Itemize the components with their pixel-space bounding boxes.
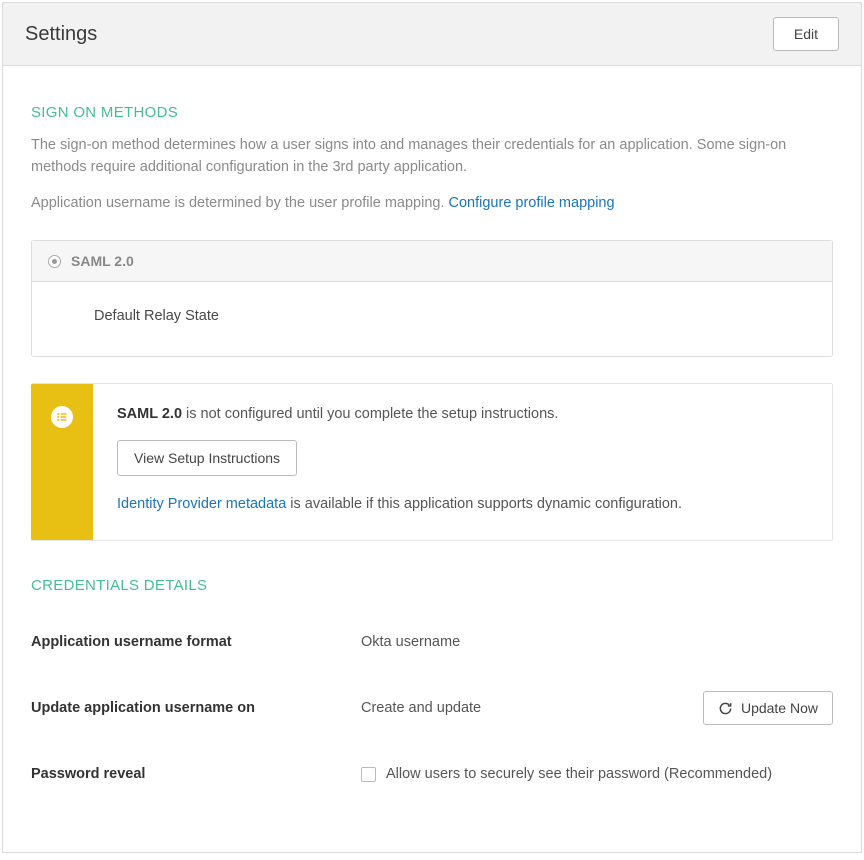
page-title: Settings bbox=[25, 23, 97, 46]
notice-accent-bar bbox=[31, 384, 93, 540]
update-now-label: Update Now bbox=[741, 700, 818, 716]
section-title-sign-on: SIGN ON METHODS bbox=[31, 104, 833, 121]
notice-body: SAML 2.0 is not configured until you com… bbox=[93, 384, 832, 540]
credentials-section: CREDENTIALS DETAILS Application username… bbox=[31, 577, 833, 792]
setup-notice: SAML 2.0 is not configured until you com… bbox=[31, 383, 833, 541]
section-title-credentials: CREDENTIALS DETAILS bbox=[31, 577, 833, 594]
value-update-on: Create and update bbox=[361, 700, 481, 716]
notice-metadata-line: Identity Provider metadata is available … bbox=[117, 496, 808, 512]
panel-header: Settings Edit bbox=[3, 3, 861, 66]
configure-profile-mapping-link[interactable]: Configure profile mapping bbox=[449, 195, 615, 211]
view-setup-instructions-button[interactable]: View Setup Instructions bbox=[117, 440, 297, 476]
method-card-header[interactable]: SAML 2.0 bbox=[32, 241, 832, 282]
notice-metadata-suffix: is available if this application support… bbox=[286, 496, 682, 512]
label-password-reveal: Password reveal bbox=[31, 766, 361, 782]
sign-on-method-card: SAML 2.0 Default Relay State bbox=[31, 240, 833, 357]
method-label: SAML 2.0 bbox=[71, 253, 134, 269]
update-now-button[interactable]: Update Now bbox=[703, 691, 833, 725]
panel-content: SIGN ON METHODS The sign-on method deter… bbox=[3, 66, 861, 852]
refresh-icon bbox=[718, 701, 733, 716]
notice-text: is not configured until you complete the… bbox=[182, 406, 558, 422]
sign-on-section: SIGN ON METHODS The sign-on method deter… bbox=[31, 104, 833, 541]
mapping-desc-text: Application username is determined by th… bbox=[31, 195, 449, 211]
row-update-on: Update application username on Create an… bbox=[31, 690, 833, 726]
notice-message: SAML 2.0 is not configured until you com… bbox=[117, 406, 808, 422]
sign-on-description: The sign-on method determines how a user… bbox=[31, 135, 833, 179]
radio-selected-icon bbox=[48, 255, 61, 268]
row-password-reveal: Password reveal Allow users to securely … bbox=[31, 756, 833, 792]
label-username-format: Application username format bbox=[31, 634, 361, 650]
method-card-body: Default Relay State bbox=[32, 282, 832, 356]
settings-panel: Settings Edit SIGN ON METHODS The sign-o… bbox=[2, 2, 862, 853]
list-icon bbox=[51, 406, 73, 428]
default-relay-state-label: Default Relay State bbox=[94, 308, 219, 324]
checkbox-label-password-reveal: Allow users to securely see their passwo… bbox=[386, 766, 772, 782]
row-username-format: Application username format Okta usernam… bbox=[31, 624, 833, 660]
password-reveal-checkbox[interactable] bbox=[361, 767, 376, 782]
value-username-format: Okta username bbox=[361, 634, 833, 650]
sign-on-mapping-description: Application username is determined by th… bbox=[31, 193, 833, 215]
label-update-on: Update application username on bbox=[31, 700, 361, 716]
notice-strong: SAML 2.0 bbox=[117, 406, 182, 422]
edit-button[interactable]: Edit bbox=[773, 17, 839, 51]
identity-provider-metadata-link[interactable]: Identity Provider metadata bbox=[117, 496, 286, 512]
